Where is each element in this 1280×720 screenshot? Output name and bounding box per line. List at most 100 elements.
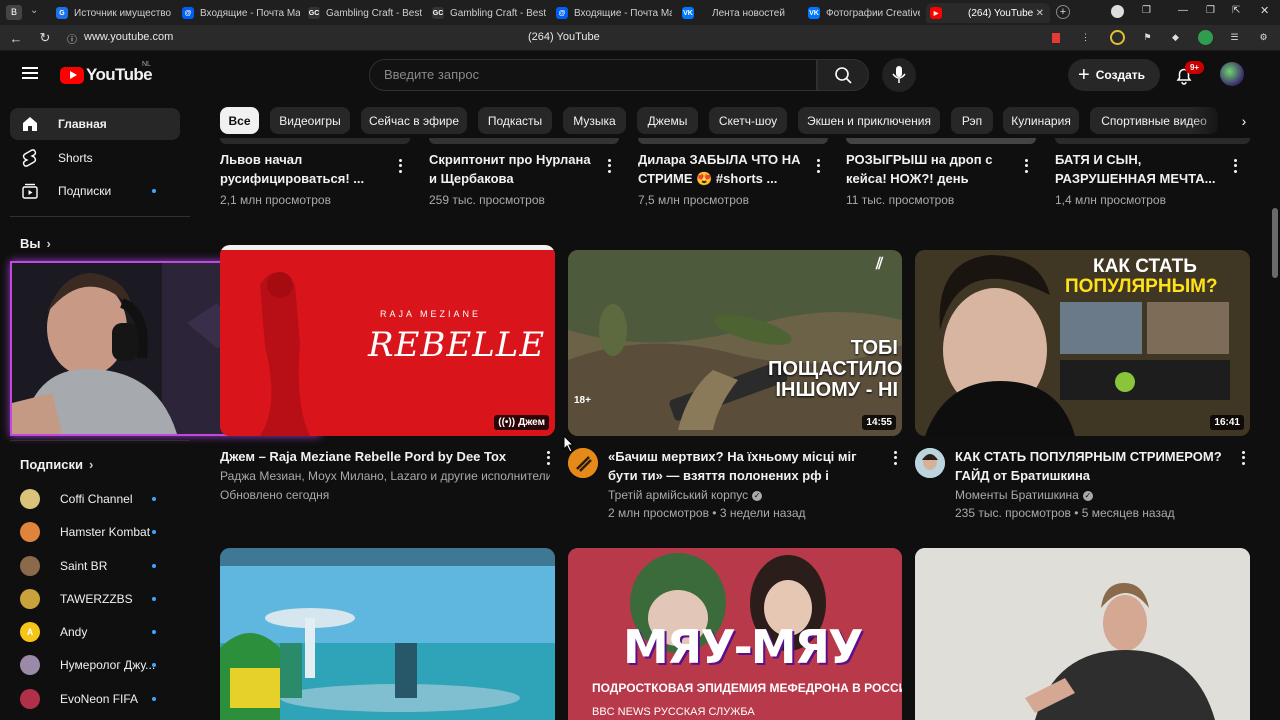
video-channel[interactable]: Моменты Братишкина xyxy=(955,488,1079,502)
pin-icon[interactable]: ⇱ xyxy=(1232,5,1240,16)
browser-tab[interactable]: VK Лента новостей xyxy=(678,3,796,23)
subscription-item[interactable]: Coffi Channel xyxy=(20,488,180,510)
more-options-icon[interactable] xyxy=(602,158,616,174)
more-options-icon[interactable] xyxy=(1228,158,1242,174)
profile-icon[interactable] xyxy=(1111,5,1124,18)
more-icon[interactable]: ⋮ xyxy=(1078,30,1093,45)
chip-all[interactable]: Все xyxy=(220,107,259,134)
extension-icon[interactable]: ◆ xyxy=(1168,30,1183,45)
short-title[interactable]: Львов начал русифицироваться! ... xyxy=(220,150,385,188)
url-field[interactable]: www.youtube.com xyxy=(84,31,173,43)
video-channel[interactable]: Третій армійський корпус xyxy=(608,488,748,502)
browser-tab-active[interactable]: ▶ (264) YouTube ✕ xyxy=(926,3,1050,23)
video-thumbnail[interactable]: RAJA MEZIANE REBELLE ((•)) Джем xyxy=(220,245,555,436)
new-tab-icon[interactable]: + xyxy=(1056,5,1070,19)
account-avatar[interactable] xyxy=(1220,62,1244,86)
tab-list-chevron-icon[interactable]: ⌄ xyxy=(30,5,38,16)
browser-tab[interactable]: G Источник имущество xyxy=(52,3,174,23)
video-title[interactable]: «Бачиш мертвих? На їхньому місці міг бут… xyxy=(608,447,883,485)
more-options-icon[interactable] xyxy=(541,450,555,466)
gambling-craft-icon: GC xyxy=(432,7,444,19)
short-title[interactable]: Дилара ЗАБЫЛА ЧТО НА СТРИМЕ 😍 #shorts ..… xyxy=(638,150,803,188)
chip[interactable]: Экшен и приключения xyxy=(798,107,940,134)
video-thumbnail[interactable]: МЯУ-МЯУ ПОДРОСТКОВАЯ ЭПИДЕМИЯ МЕФЕДРОНА … xyxy=(568,548,902,720)
subscription-item[interactable]: TAWERZZBS xyxy=(20,588,180,610)
video-thumbnail[interactable] xyxy=(915,548,1250,720)
subscription-item[interactable]: Saint BR xyxy=(20,555,180,577)
window-close-icon[interactable]: ✕ xyxy=(1260,4,1269,17)
browser-tab[interactable]: @ Входящие - Почта Mail xyxy=(552,3,672,23)
chevron-right-icon[interactable]: › xyxy=(1234,111,1254,131)
extension-icon[interactable]: ☰ xyxy=(1227,30,1242,45)
extension-icon[interactable]: ⚑ xyxy=(1140,30,1155,45)
jam-badge: ((•)) Джем xyxy=(494,415,549,430)
sidebar-subscriptions-header[interactable]: Подписки › xyxy=(20,457,93,472)
plus-icon: + xyxy=(1078,63,1090,86)
subscription-item[interactable]: Нумеролог Джу... xyxy=(20,654,180,676)
page-scrollbar[interactable] xyxy=(1270,51,1280,720)
subscription-item[interactable]: Hamster Kombat xyxy=(20,521,180,543)
extension-icon[interactable] xyxy=(1110,30,1125,45)
short-views: 1,4 млн просмотров xyxy=(1055,193,1166,207)
video-thumbnail[interactable]: КАК СТАТЬ ПОПУЛЯРНЫМ? 16:41 xyxy=(915,250,1250,436)
more-options-icon[interactable] xyxy=(393,158,407,174)
search-button[interactable] xyxy=(817,59,869,91)
short-title[interactable]: Скриптонит про Нурлана и Щербакова xyxy=(429,150,594,188)
video-thumbnail[interactable] xyxy=(220,548,555,720)
subscription-item[interactable]: EvoNeon FIFA xyxy=(20,688,180,710)
chip[interactable]: Сейчас в эфире xyxy=(361,107,467,134)
create-button[interactable]: + Создать xyxy=(1068,59,1160,91)
browser-tab[interactable]: VK Фотографии Creative C xyxy=(804,3,920,23)
chip[interactable]: Видеоигры xyxy=(270,107,350,134)
extensions-icon[interactable]: ⚙ xyxy=(1256,30,1271,45)
video-title[interactable]: Джем – Raja Meziane Rebelle Pord by Dee … xyxy=(220,447,530,467)
chip[interactable]: Скетч-шоу xyxy=(709,107,787,134)
bookmark-icon[interactable] xyxy=(1048,30,1063,45)
sidebar-you-header[interactable]: Вы › xyxy=(20,236,51,251)
collections-icon[interactable]: ❐ xyxy=(1142,5,1151,16)
site-info-icon[interactable]: ⓘ xyxy=(64,30,80,46)
thumbnail-title: REBELLE xyxy=(368,325,546,365)
video-channel[interactable]: Раджа Мезиан, Моух Милано, Lazaro и друг… xyxy=(220,467,550,485)
youtube-icon: ▶ xyxy=(930,7,942,19)
microphone-icon xyxy=(892,66,906,83)
browser-tab[interactable]: @ Входящие - Почта Mail xyxy=(178,3,300,23)
short-title[interactable]: РОЗЫГРЫШ на дроп с кейса! НОЖ?! день xyxy=(846,150,1011,188)
extension-icon[interactable] xyxy=(1198,30,1213,45)
browser-tab[interactable]: GC Gambling Craft - Best c xyxy=(304,3,422,23)
search-input[interactable] xyxy=(384,67,764,82)
new-content-dot xyxy=(152,697,156,701)
browser-tab[interactable]: GC Gambling Craft - Best c xyxy=(428,3,546,23)
live-radio-icon: ((•)) xyxy=(498,417,516,428)
chip[interactable]: Джемы xyxy=(637,107,698,134)
video-channel-row[interactable]: Третій армійський корпус ✓ xyxy=(608,486,763,504)
chip[interactable]: Рэп xyxy=(951,107,993,134)
subscription-item[interactable]: A Andy xyxy=(20,621,180,643)
back-icon[interactable]: ← xyxy=(8,30,24,46)
thumbnail-title-line: ПОПУЛЯРНЫМ? xyxy=(1065,276,1218,297)
scrollbar-thumb[interactable] xyxy=(1272,208,1278,278)
vk-icon: VK xyxy=(808,7,820,19)
short-title[interactable]: БАТЯ И СЫН, РАЗРУШЕННАЯ МЕЧТА... xyxy=(1055,150,1220,188)
youtube-logo[interactable]: YouTube xyxy=(60,65,153,85)
chip[interactable]: Кулинария xyxy=(1003,107,1079,134)
video-thumbnail[interactable]: ⫽ ТОБІ ПОЩАСТИЛО ІНШОМУ - НІ 18+ 14:55 xyxy=(568,250,902,436)
sidebar-item-home[interactable]: Главная xyxy=(10,108,180,140)
sidebar-item-shorts[interactable]: Shorts xyxy=(10,142,180,174)
more-options-icon[interactable] xyxy=(1019,158,1033,174)
reload-icon[interactable]: ↻ xyxy=(37,30,53,46)
tab-close-icon[interactable]: ✕ xyxy=(1036,8,1044,19)
chip[interactable]: Подкасты xyxy=(478,107,552,134)
channel-avatar[interactable] xyxy=(915,448,945,478)
maximize-icon[interactable]: ❐ xyxy=(1206,5,1215,16)
more-options-icon[interactable] xyxy=(888,450,902,466)
more-options-icon[interactable] xyxy=(1236,450,1250,466)
voice-search-button[interactable] xyxy=(882,58,916,92)
minimize-icon[interactable]: — xyxy=(1178,5,1188,16)
chip[interactable]: Музыка xyxy=(563,107,626,134)
video-title[interactable]: КАК СТАТЬ ПОПУЛЯРНЫМ СТРИМЕРОМ? ГАЙД от … xyxy=(955,447,1225,485)
more-options-icon[interactable] xyxy=(811,158,825,174)
hamburger-menu-icon[interactable] xyxy=(20,65,40,81)
browser-menu-icon[interactable]: В xyxy=(6,5,22,20)
video-channel-row[interactable]: Моменты Братишкина ✓ xyxy=(955,486,1093,504)
